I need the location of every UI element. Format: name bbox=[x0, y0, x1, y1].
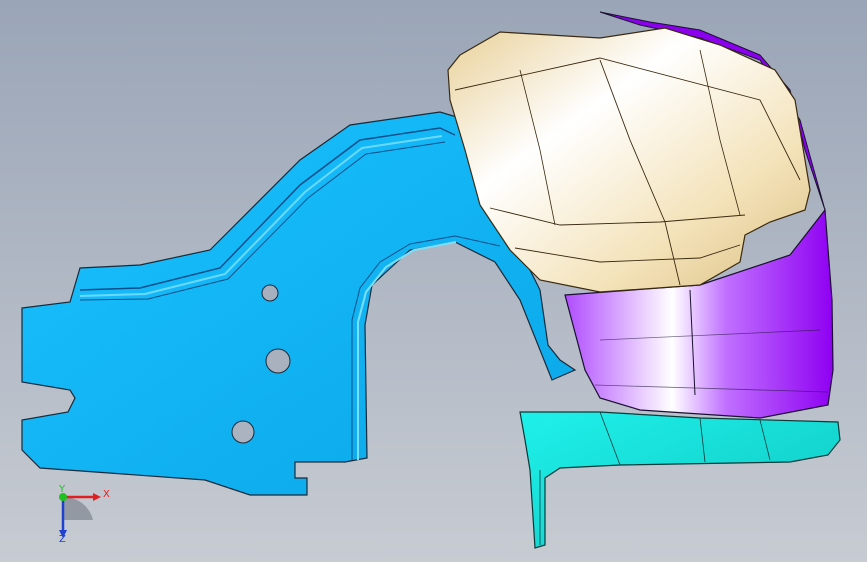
x-axis-label: X bbox=[103, 489, 110, 500]
bracket-hole-lower bbox=[231, 420, 255, 444]
coordinate-triad: X Y Z bbox=[58, 484, 110, 545]
bracket-hole-small bbox=[261, 284, 279, 302]
lower-plate-part[interactable] bbox=[519, 411, 841, 549]
cad-viewport[interactable]: X Y Z bbox=[0, 0, 867, 562]
bracket-hole-large bbox=[265, 348, 291, 374]
model-scene[interactable]: X Y Z bbox=[0, 0, 867, 562]
z-axis-label: Z bbox=[59, 534, 66, 545]
y-axis-label: Y bbox=[58, 484, 66, 495]
